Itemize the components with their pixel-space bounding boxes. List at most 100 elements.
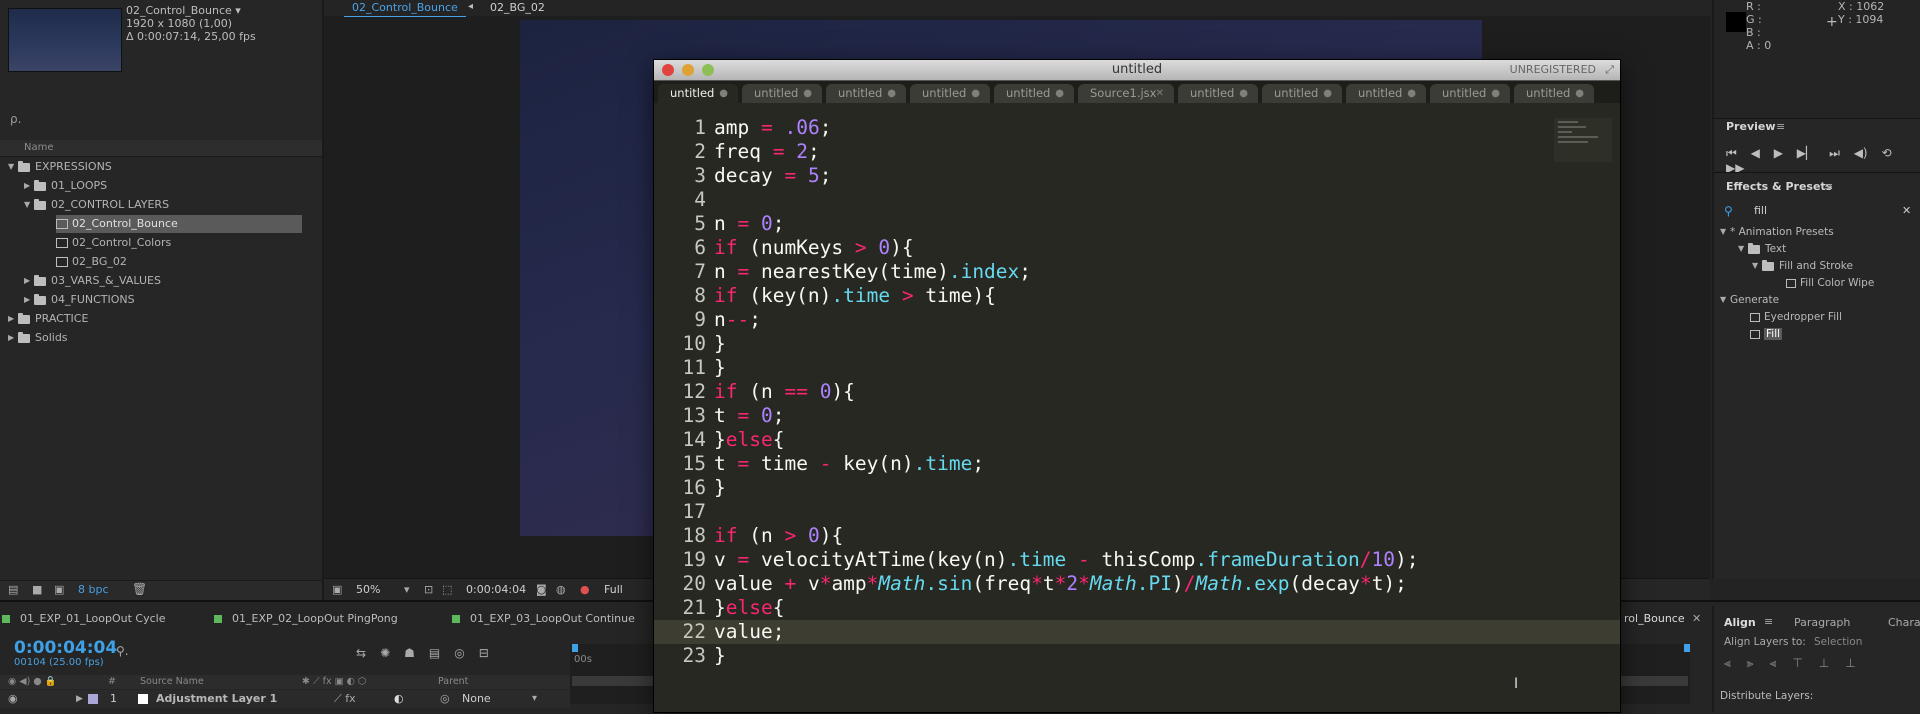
align-hcenter-icon[interactable]: ⫸ bbox=[1747, 656, 1770, 670]
chevron-down-icon[interactable]: ▾ bbox=[404, 583, 410, 596]
work-area-start-handle[interactable] bbox=[572, 644, 578, 652]
tree-comp-control-bounce[interactable]: 02_Control_Bounce bbox=[56, 215, 302, 233]
tree-folder-control-layers[interactable]: ▼ 02_CONTROL LAYERS bbox=[24, 196, 169, 214]
align-right-icon[interactable]: ⫷ bbox=[1770, 656, 1793, 670]
close-tab-icon[interactable]: ● bbox=[887, 84, 896, 103]
timeline-tab-control-bounce[interactable]: rol_Bounce bbox=[1624, 612, 1685, 625]
fx-fill-color-wipe[interactable]: Fill Color Wipe bbox=[1786, 276, 1874, 290]
minimap[interactable] bbox=[1554, 118, 1612, 162]
shy-icon[interactable]: ☗ bbox=[404, 646, 429, 660]
panel-menu-icon[interactable]: ≡ bbox=[1764, 615, 1773, 628]
snapshot-icon[interactable]: ▣ bbox=[332, 583, 342, 596]
fx-eyedropper-fill[interactable]: Eyedropper Fill bbox=[1750, 310, 1842, 324]
parent-header[interactable]: Parent bbox=[438, 675, 468, 689]
code-line[interactable]: t = time - key(n).time; bbox=[714, 452, 984, 476]
close-tab-icon[interactable]: ● bbox=[1575, 84, 1584, 103]
code-line[interactable]: } bbox=[714, 332, 726, 356]
expand-arrow-icon[interactable]: ▼ bbox=[8, 158, 18, 176]
fx-fill[interactable]: Fill bbox=[1750, 327, 1783, 341]
editor-tab[interactable]: untitled ● bbox=[994, 84, 1074, 103]
fx-generate[interactable]: ▼ Generate bbox=[1720, 293, 1779, 307]
fit-icon[interactable]: ⊡ bbox=[424, 583, 433, 596]
draft-3d-icon[interactable]: ✺ bbox=[380, 646, 404, 660]
label-color-swatch[interactable] bbox=[88, 694, 98, 704]
close-tab-icon[interactable]: ● bbox=[1055, 84, 1064, 103]
close-tab-icon[interactable]: ● bbox=[803, 84, 812, 103]
expand-arrow-icon[interactable]: ▼ bbox=[24, 196, 34, 214]
tree-comp-control-colors[interactable]: 02_Control_Colors bbox=[56, 234, 171, 252]
expand-arrow-icon[interactable]: ▶ bbox=[76, 690, 83, 708]
timeline-tab-loopout-continue[interactable]: 01_EXP_03_LoopOut Continue bbox=[452, 612, 635, 625]
code-line[interactable]: }else{ bbox=[714, 596, 784, 620]
editor-tab[interactable]: untitled ● bbox=[742, 84, 822, 103]
code-line[interactable]: }else{ bbox=[714, 428, 784, 452]
effects-search-input[interactable]: fill bbox=[1754, 204, 1920, 218]
close-tab-icon[interactable]: ● bbox=[1239, 84, 1248, 103]
fx-switch-icon[interactable]: ⟋ fx bbox=[334, 690, 356, 708]
code-line[interactable]: } bbox=[714, 356, 726, 380]
name-column-header[interactable]: Name bbox=[0, 140, 322, 157]
timeline-tab-loopout-cycle[interactable]: 01_EXP_01_LoopOut Cycle bbox=[2, 612, 166, 625]
editor-tab[interactable]: untitled ● bbox=[1346, 84, 1426, 103]
tree-folder-practice[interactable]: ▶ PRACTICE bbox=[8, 310, 88, 328]
new-comp-icon[interactable]: ▣ bbox=[54, 583, 64, 596]
code-line[interactable]: if (numKeys > 0){ bbox=[714, 236, 914, 260]
code-line[interactable]: n = 0; bbox=[714, 212, 784, 236]
comp-name[interactable]: 02_Control_Bounce ▾ bbox=[126, 4, 256, 17]
trash-icon[interactable]: 🗑 bbox=[132, 582, 147, 596]
new-folder-icon[interactable]: ■ bbox=[32, 583, 42, 596]
play-icon[interactable]: ▶ bbox=[1774, 146, 1783, 160]
tab-control-bounce[interactable]: 02_Control_Bounce bbox=[344, 0, 466, 17]
editor-tab[interactable]: untitled ● bbox=[910, 84, 990, 103]
timeline-tab-loopout-pingpong[interactable]: 01_EXP_02_LoopOut PingPong bbox=[214, 612, 398, 625]
code-line[interactable]: value + v*amp*Math.sin(freq*t*2*Math.PI)… bbox=[714, 572, 1407, 596]
arrow-left-icon[interactable]: ◂ bbox=[468, 1, 473, 12]
timeline-timecode[interactable]: 0:00:04:04 bbox=[14, 638, 117, 658]
parent-select[interactable]: None bbox=[462, 690, 491, 708]
region-icon[interactable]: ⬚ bbox=[442, 583, 452, 596]
expand-arrow-icon[interactable]: ▼ bbox=[1738, 242, 1748, 256]
code-line[interactable]: } bbox=[714, 644, 726, 668]
layer-row[interactable]: ◉ ▶ 1 Adjustment Layer 1 ⟋ fx ◐ ◎ None ▾ bbox=[0, 690, 570, 708]
tree-folder-functions[interactable]: ▶ 04_FUNCTIONS bbox=[24, 291, 135, 309]
timeline-search-icon[interactable]: ⚲. bbox=[116, 644, 129, 658]
align-left-icon[interactable]: ⫷ bbox=[1724, 656, 1747, 670]
close-tab-icon[interactable]: ● bbox=[719, 84, 728, 103]
editor-titlebar[interactable]: untitled UNREGISTERED ⤢ bbox=[654, 60, 1620, 81]
tree-folder-solids[interactable]: ▶ Solids bbox=[8, 329, 68, 347]
tree-comp-bg-02[interactable]: 02_BG_02 bbox=[56, 253, 127, 271]
align-bottom-icon[interactable]: ⊥ bbox=[1845, 656, 1871, 670]
expand-arrow-icon[interactable]: ▼ bbox=[1752, 259, 1762, 273]
eye-icon[interactable]: ◉ bbox=[8, 690, 18, 708]
loop-icon[interactable]: ⟲ bbox=[1881, 146, 1891, 160]
zoom-select[interactable]: 50% bbox=[356, 583, 380, 596]
source-name-header[interactable]: Source Name bbox=[140, 675, 204, 689]
last-frame-icon[interactable]: ⏭ bbox=[1829, 146, 1840, 160]
tree-folder-vars-values[interactable]: ▶ 03_VARS_&_VALUES bbox=[24, 272, 161, 290]
editor-tab[interactable]: untitled ● bbox=[1430, 84, 1510, 103]
frame-blending-icon[interactable]: ▤ bbox=[429, 646, 454, 660]
comp-mini-flowchart-icon[interactable]: ⇆ bbox=[356, 646, 380, 660]
expand-arrow-icon[interactable]: ▶ bbox=[8, 310, 18, 328]
code-line[interactable]: amp = .06; bbox=[714, 116, 831, 140]
color-channel-icon[interactable]: ● bbox=[580, 583, 590, 596]
close-tab-icon[interactable]: ● bbox=[1323, 84, 1332, 103]
close-tab-icon[interactable]: ● bbox=[1491, 84, 1500, 103]
resolution-select[interactable]: Full bbox=[604, 583, 623, 596]
fx-text-folder[interactable]: ▼ Text bbox=[1738, 242, 1786, 256]
fx-fill-stroke-folder[interactable]: ▼ Fill and Stroke bbox=[1752, 259, 1853, 273]
code-line[interactable]: if (key(n).time > time){ bbox=[714, 284, 996, 308]
graph-editor-icon[interactable]: ⊟ bbox=[479, 646, 503, 660]
panel-menu-icon[interactable]: ≡ bbox=[1776, 120, 1785, 133]
camera-icon[interactable]: ◙ bbox=[536, 583, 547, 596]
clear-search-icon[interactable]: ✕ bbox=[1902, 204, 1911, 217]
bit-depth-button[interactable]: 8 bpc bbox=[78, 583, 109, 596]
expand-arrow-icon[interactable]: ▶ bbox=[24, 291, 34, 309]
channel-icon[interactable]: ◍ bbox=[556, 583, 566, 596]
code-line[interactable]: n--; bbox=[714, 308, 761, 332]
work-area-end-handle[interactable] bbox=[1684, 644, 1690, 652]
close-tab-icon[interactable]: ✕ bbox=[1156, 84, 1164, 103]
next-frame-icon[interactable]: ▶▏ bbox=[1797, 146, 1815, 160]
code-line[interactable]: v = velocityAtTime(key(n).time - thisCom… bbox=[714, 548, 1419, 572]
tab-align[interactable]: Align bbox=[1724, 616, 1756, 629]
